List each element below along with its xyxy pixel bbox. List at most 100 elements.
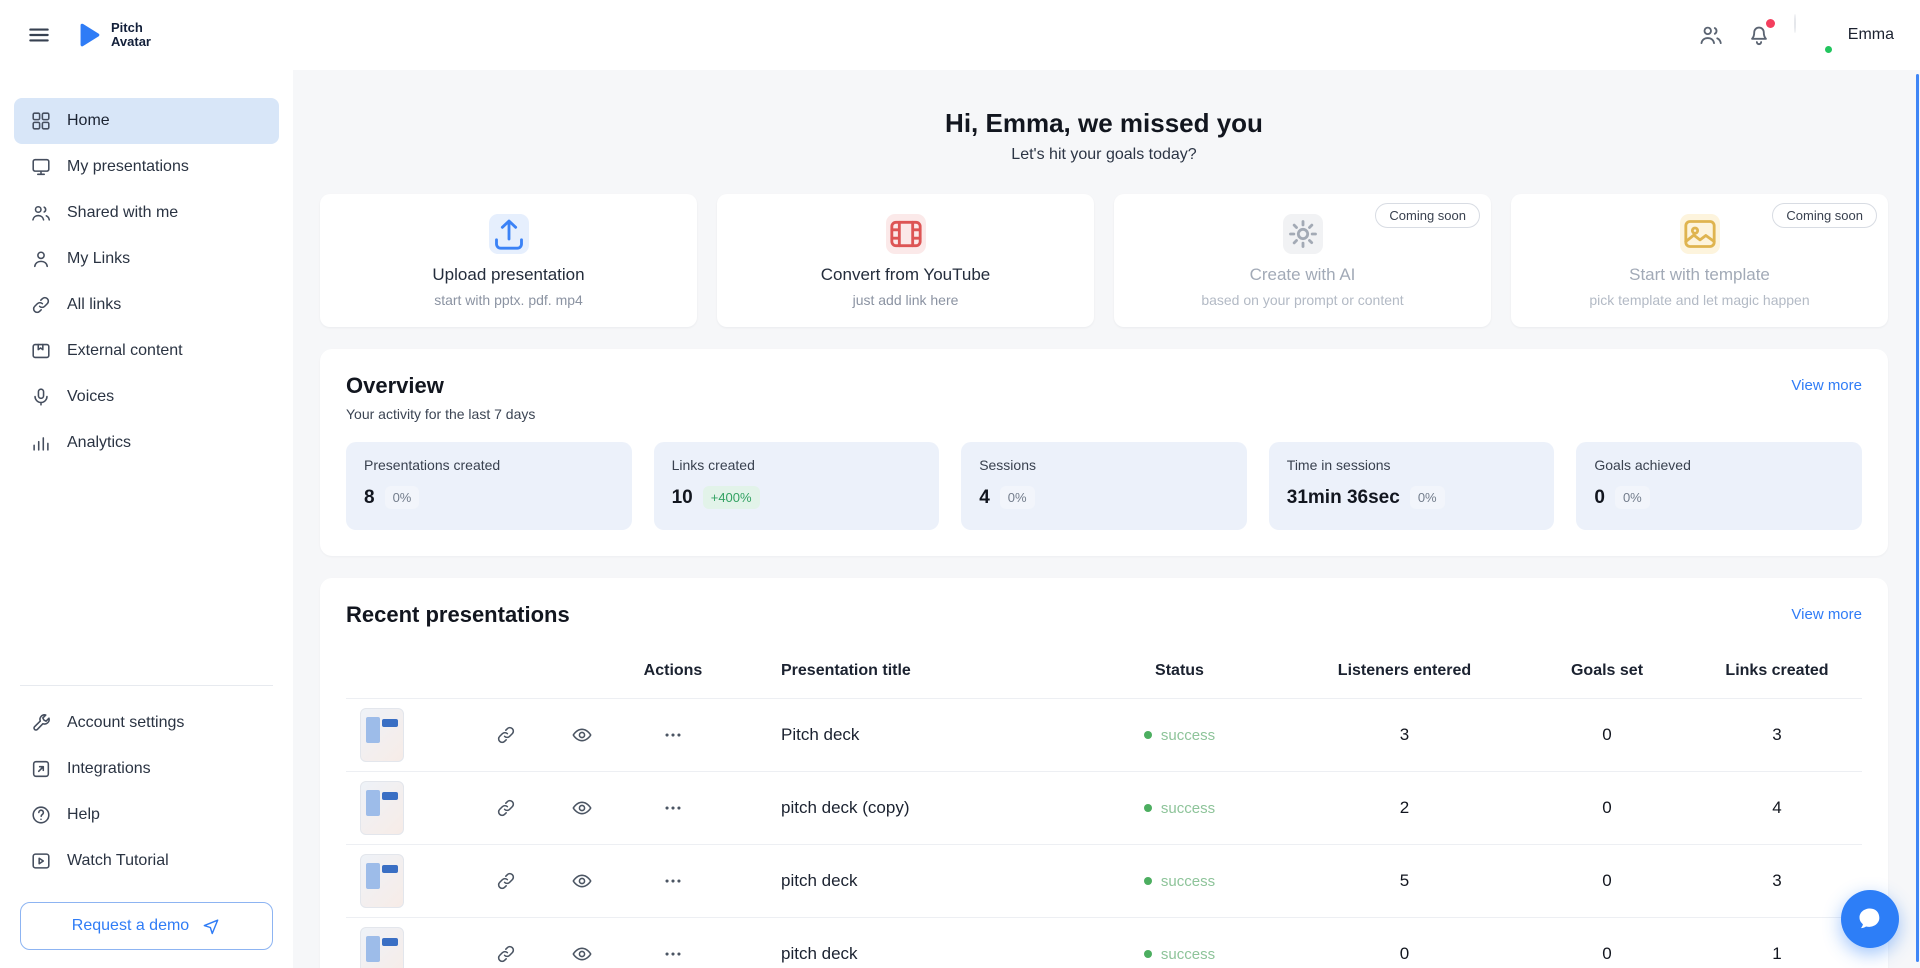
sidebar-item-my-links[interactable]: My Links (14, 236, 279, 282)
table-row: pitch deck success 5 0 3 (346, 844, 1862, 917)
sidebar-item-home[interactable]: Home (14, 98, 279, 144)
help-icon (30, 804, 52, 826)
status-badge: success (1161, 800, 1215, 817)
overview-view-more-link[interactable]: View more (1791, 377, 1862, 394)
preview-eye-icon[interactable] (571, 943, 593, 965)
status-dot (1144, 804, 1152, 812)
card-title: Upload presentation (432, 265, 584, 285)
links-created-value: 1 (1692, 944, 1862, 964)
preview-eye-icon[interactable] (571, 724, 593, 746)
sidebar-item-label: External content (67, 342, 183, 360)
presentation-thumbnail[interactable] (360, 854, 404, 908)
sidebar-item-label: Home (67, 112, 110, 130)
goals-set-value: 0 (1522, 725, 1692, 745)
listeners-entered-value: 3 (1287, 725, 1522, 745)
sidebar-item-my-presentations[interactable]: My presentations (14, 144, 279, 190)
links-created-value: 4 (1692, 798, 1862, 818)
sidebar-item-voices[interactable]: Voices (14, 374, 279, 420)
presentation-thumbnail[interactable] (360, 708, 404, 762)
notifications-bell-icon[interactable] (1746, 22, 1772, 48)
stat-label: Presentations created (364, 457, 614, 473)
stat-value: 0 (1594, 487, 1605, 509)
start-with-template-card: Coming soon Start with template pick tem… (1511, 194, 1888, 327)
greeting-title: Hi, Emma, we missed you (320, 108, 1888, 138)
chat-widget-button[interactable] (1841, 890, 1899, 948)
video-icon (886, 214, 926, 254)
community-icon[interactable] (1698, 22, 1724, 48)
card-subtitle: based on your prompt or content (1201, 292, 1403, 308)
table-row: Pitch deck success 3 0 3 (346, 698, 1862, 771)
coming-soon-badge: Coming soon (1772, 203, 1877, 228)
table-row: pitch deck success 0 0 1 (346, 917, 1862, 968)
presentations-table: Actions Presentation title Status Listen… (346, 644, 1862, 968)
sidebar-item-help[interactable]: Help (14, 792, 279, 838)
goals-set-value: 0 (1522, 798, 1692, 818)
create-with-ai-card: Coming soon Create with AI based on your… (1114, 194, 1491, 327)
presentation-thumbnail[interactable] (360, 781, 404, 835)
table-row: pitch deck (copy) success 2 0 4 (346, 771, 1862, 844)
logo-icon (74, 20, 104, 50)
overview-subtitle: Your activity for the last 7 days (346, 406, 535, 422)
sidebar-item-integrations[interactable]: Integrations (14, 746, 279, 792)
card-title: Create with AI (1250, 265, 1356, 285)
presentation-title: pitch deck (733, 944, 1072, 964)
more-actions-icon[interactable] (662, 724, 684, 746)
user-avatar[interactable] (1794, 15, 1834, 55)
stat-goals-achieved: Goals achieved 0 0% (1576, 442, 1862, 530)
sidebar-item-label: All links (67, 296, 121, 314)
sidebar-item-all-links[interactable]: All links (14, 282, 279, 328)
preview-eye-icon[interactable] (571, 870, 593, 892)
page-scrollbar[interactable] (1916, 74, 1919, 962)
template-icon (1680, 214, 1720, 254)
sidebar-item-label: Shared with me (67, 204, 178, 222)
request-demo-button[interactable]: Request a demo (20, 902, 273, 950)
column-goals-set: Goals set (1522, 662, 1692, 680)
greeting-block: Hi, Emma, we missed you Let's hit your g… (320, 108, 1888, 164)
recent-view-more-link[interactable]: View more (1791, 606, 1862, 623)
notification-dot (1766, 19, 1775, 28)
sidebar-item-label: Voices (67, 388, 114, 406)
card-subtitle: just add link here (853, 292, 959, 308)
stat-label: Links created (672, 457, 922, 473)
grid-icon (30, 110, 52, 132)
sidebar-item-shared-with-me[interactable]: Shared with me (14, 190, 279, 236)
preview-eye-icon[interactable] (571, 797, 593, 819)
sidebar-item-analytics[interactable]: Analytics (14, 420, 279, 466)
sidebar-item-label: Integrations (67, 760, 151, 778)
copy-link-icon[interactable] (495, 943, 517, 965)
sidebar-item-label: Help (67, 806, 100, 824)
chart-icon (30, 432, 52, 454)
more-actions-icon[interactable] (662, 870, 684, 892)
avatar-photo (1794, 14, 1796, 33)
presentation-title: pitch deck (copy) (733, 798, 1072, 818)
column-actions: Actions (613, 662, 733, 680)
sidebar-item-external-content[interactable]: External content (14, 328, 279, 374)
copy-link-icon[interactable] (495, 797, 517, 819)
column-status: Status (1072, 662, 1287, 680)
copy-link-icon[interactable] (495, 724, 517, 746)
status-badge: success (1161, 727, 1215, 744)
sidebar-item-account-settings[interactable]: Account settings (14, 700, 279, 746)
sidebar-item-watch-tutorial[interactable]: Watch Tutorial (14, 838, 279, 884)
more-actions-icon[interactable] (662, 797, 684, 819)
wrench-icon (30, 712, 52, 734)
logo-text: Pitch Avatar (111, 21, 151, 49)
sidebar-item-label: Watch Tutorial (67, 852, 169, 870)
menu-icon[interactable] (26, 22, 52, 48)
stat-change-badge: 0% (1410, 486, 1445, 509)
status-badge: success (1161, 873, 1215, 890)
convert-youtube-card[interactable]: Convert from YouTube just add link here (717, 194, 1094, 327)
chat-bubble-icon (1856, 905, 1884, 933)
listeners-entered-value: 2 (1287, 798, 1522, 818)
more-actions-icon[interactable] (662, 943, 684, 965)
app-logo[interactable]: Pitch Avatar (74, 20, 151, 50)
column-links-created: Links created (1692, 662, 1862, 680)
user-icon (30, 248, 52, 270)
presentation-thumbnail[interactable] (360, 927, 404, 968)
upload-presentation-card[interactable]: Upload presentation start with pptx. pdf… (320, 194, 697, 327)
stat-presentations-created: Presentations created 8 0% (346, 442, 632, 530)
status-dot (1144, 877, 1152, 885)
sidebar-item-label: Account settings (67, 714, 184, 732)
sidebar-item-label: Analytics (67, 434, 131, 452)
copy-link-icon[interactable] (495, 870, 517, 892)
